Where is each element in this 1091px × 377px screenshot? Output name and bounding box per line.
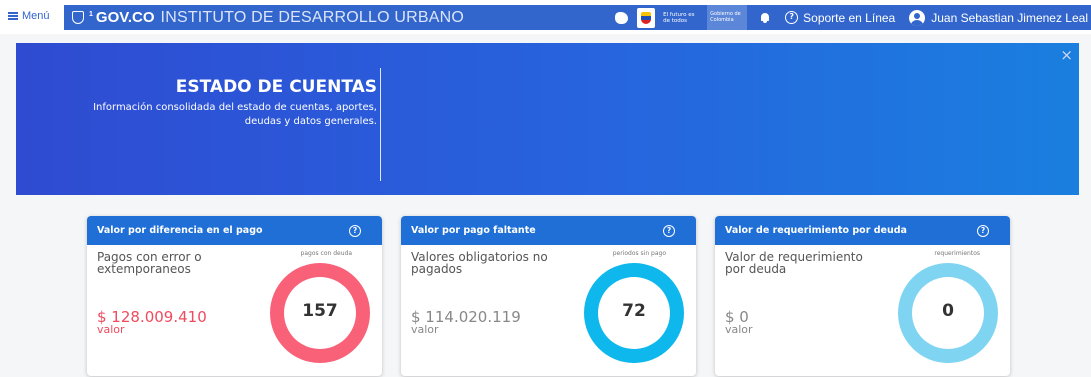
card-debt-requirement: Valor de requerimiento por deuda ? Valor… [715,216,1010,376]
card-label: Valores obligatorios no pagados [411,250,548,276]
close-icon[interactable]: × [1060,46,1073,64]
gov-co-bar: 1 GOV.CO INSTITUTO DE DESARROLLO URBANO … [64,5,1091,30]
card-amount-caption: valor [725,323,753,336]
help-icon[interactable]: ? [663,225,675,237]
card-missing-payment: Valor por pago faltante ? Valores obliga… [401,216,696,376]
card-title: Valor de requerimiento por deuda [725,225,907,236]
card-label: Valor de requerimiento por deuda [725,250,863,276]
account-status-banner: ESTADO DE CUENTAS Información consolidad… [16,43,1079,195]
banner-divider [380,68,381,181]
gov-brand-superscript: 1 [89,11,93,18]
help-icon[interactable]: ? [977,225,989,237]
card-title: Valor por diferencia en el pago [97,225,263,236]
donut-value: 0 [942,301,954,321]
donut-caption: requerimientos [934,250,980,257]
colombia-coat-of-arms-icon [637,7,656,28]
banner-description: Información consolidada del estado de cu… [93,102,377,127]
donut-value: 72 [622,301,646,321]
help-icon[interactable]: ? [349,225,361,237]
gov-co-logo[interactable]: 1 GOV.CO [72,9,155,26]
donut-value: 157 [302,301,338,321]
card-amount-caption: valor [97,323,125,336]
hamburger-icon [8,12,18,20]
donut-caption: periodos sin pago [612,250,666,257]
menu-button[interactable]: Menú [8,10,50,22]
accessibility-hand-icon[interactable] [613,9,631,27]
futuro-logo: El futuro es de todos [663,11,695,24]
donut-chart: 72 [584,263,684,363]
gov-brand: GOV.CO [95,9,155,26]
user-avatar-icon[interactable] [909,9,926,26]
institution-name: INSTITUTO DE DESARROLLO URBANO [160,8,465,26]
donut-chart: 157 [270,263,370,363]
card-header: Valor por pago faltante ? [401,216,696,245]
menu-label: Menú [22,10,50,22]
gobierno-logo: Gobierno de Colombia [707,5,748,30]
card-header: Valor por diferencia en el pago ? [87,216,382,245]
help-circle-icon: ? [785,11,799,24]
support-link[interactable]: Soporte en Línea [803,11,895,25]
user-name[interactable]: Juan Sebastian Jimenez Leal [931,11,1088,25]
gov-shield-icon [72,11,84,24]
card-amount-caption: valor [411,323,439,336]
card-header: Valor de requerimiento por deuda ? [715,216,1010,245]
gov-bar-right: El futuro es de todos Gobierno de Colomb… [613,5,1091,30]
card-payment-difference: Valor por diferencia en el pago ? Pagos … [87,216,382,376]
top-bar: Menú 1 GOV.CO INSTITUTO DE DESARROLLO UR… [0,0,1091,34]
donut-caption: pagos con deuda [300,250,352,257]
card-title: Valor por pago faltante [411,225,536,236]
card-label: Pagos con error o extemporaneos [97,250,202,276]
notifications-bell-icon[interactable] [759,12,771,24]
donut-chart: 0 [898,263,998,363]
banner-title: ESTADO DE CUENTAS [175,77,377,97]
